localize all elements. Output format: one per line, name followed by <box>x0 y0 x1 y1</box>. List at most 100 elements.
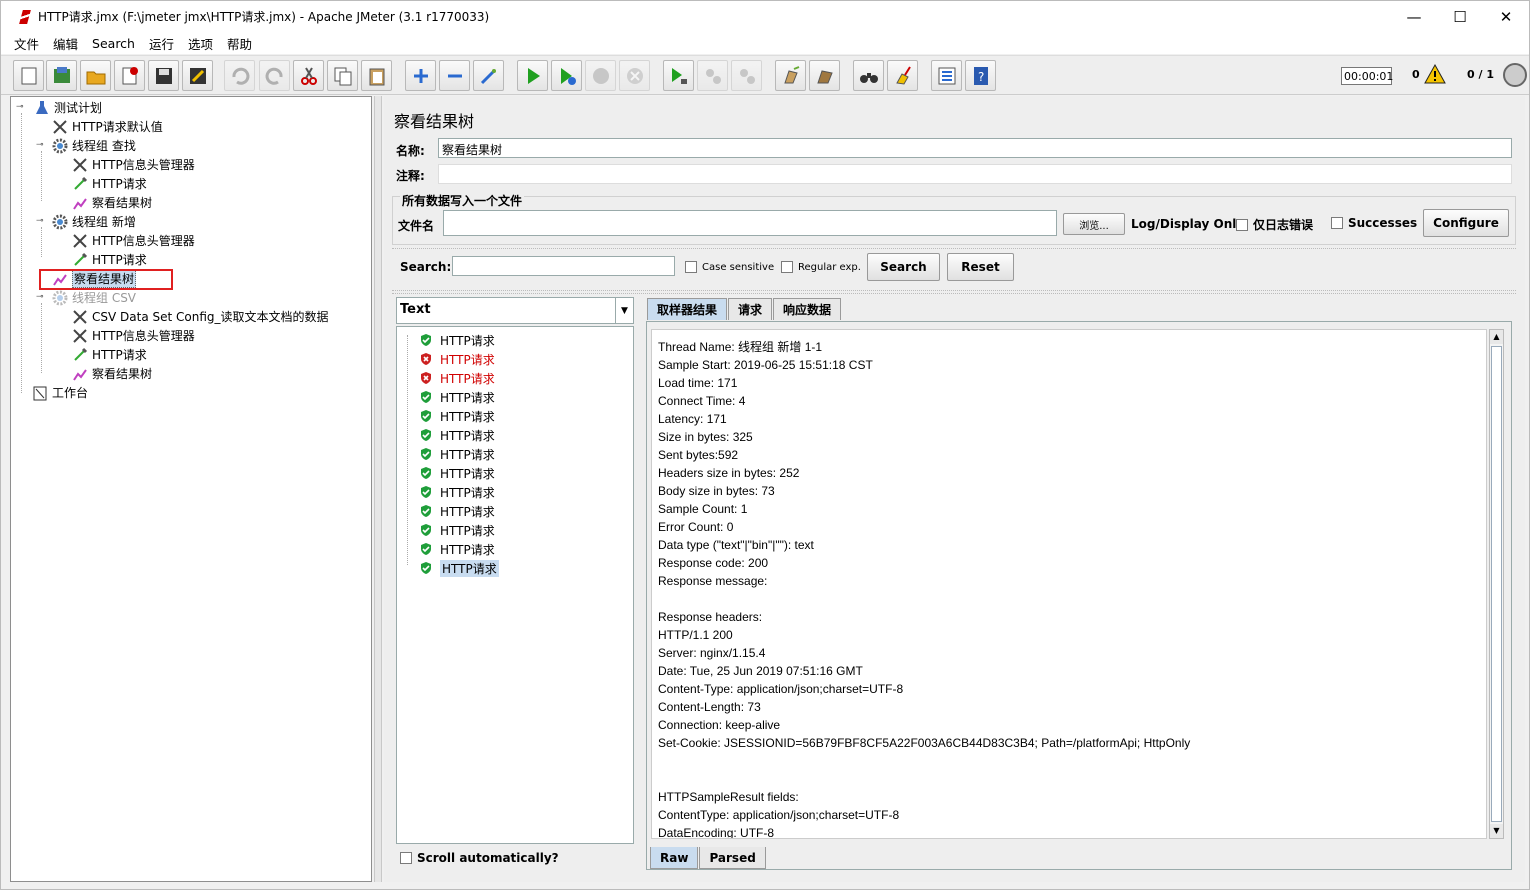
result-item[interactable]: HTTP请求 <box>419 464 495 482</box>
result-item[interactable]: HTTP请求 <box>419 388 495 406</box>
maximize-button[interactable]: ☐ <box>1437 1 1483 32</box>
start-no-pauses-button[interactable] <box>551 60 582 91</box>
view-mode-tabs: Raw Parsed <box>650 847 767 869</box>
tree-node-view-results[interactable]: 察看结果树 <box>71 193 152 212</box>
tree-node-thread-group-add[interactable]: ⊸ 线程组 新增 <box>33 212 136 231</box>
result-item[interactable]: HTTP请求 <box>419 407 495 425</box>
save-screen-button[interactable] <box>182 60 213 91</box>
save-button[interactable] <box>148 60 179 91</box>
result-item[interactable]: HTTP请求 <box>419 502 495 520</box>
chevron-down-icon[interactable]: ▼ <box>615 298 633 323</box>
collapse-all-button[interactable] <box>439 60 470 91</box>
tree-node-header-manager[interactable]: HTTP信息头管理器 <box>71 155 195 174</box>
tree-expand-handle[interactable]: ⊸ <box>36 293 44 302</box>
reset-search-button[interactable] <box>887 60 918 91</box>
remote-start-button[interactable] <box>663 60 694 91</box>
result-item[interactable]: HTTP请求 <box>419 521 495 539</box>
clear-button[interactable] <box>775 60 806 91</box>
result-item[interactable]: HTTP请求 <box>419 445 495 463</box>
undo-button[interactable] <box>224 60 255 91</box>
tree-node-test-plan[interactable]: ⊸ 测试计划 <box>13 98 102 117</box>
tab-raw[interactable]: Raw <box>650 847 699 869</box>
case-sensitive-checkbox[interactable]: Case sensitive <box>685 261 774 273</box>
successes-checkbox[interactable]: Successes <box>1331 216 1417 230</box>
tree-node-header-manager[interactable]: HTTP信息头管理器 <box>71 231 195 250</box>
tree-expand-handle[interactable]: ⊸ <box>36 141 44 150</box>
tree-expand-handle[interactable]: ⊸ <box>36 217 44 226</box>
start-button[interactable] <box>517 60 548 91</box>
scrollbar-thumb[interactable] <box>1491 346 1502 822</box>
redo-button[interactable] <box>259 60 290 91</box>
close-plan-button[interactable] <box>114 60 145 91</box>
result-item[interactable]: HTTP请求 <box>419 369 495 387</box>
result-item[interactable]: HTTP请求 <box>419 483 495 501</box>
toggle-wand-icon <box>480 68 496 84</box>
paste-button[interactable] <box>361 60 392 91</box>
templates-button[interactable] <box>46 60 77 91</box>
clear-all-button[interactable] <box>809 60 840 91</box>
menu-edit[interactable]: 编辑 <box>46 34 85 53</box>
result-item[interactable]: HTTP请求 <box>419 331 495 349</box>
menu-options[interactable]: 选项 <box>181 34 220 53</box>
scroll-down-icon[interactable]: ▼ <box>1490 824 1503 838</box>
scroll-up-icon[interactable]: ▲ <box>1490 330 1503 344</box>
sampler-result-pane: Thread Name: 线程组 新增 1-1 Sample Start: 201… <box>646 321 1512 870</box>
cut-button[interactable] <box>293 60 324 91</box>
result-item[interactable]: HTTP请求 <box>419 540 495 558</box>
reset-button[interactable]: Reset <box>947 253 1014 281</box>
tab-sampler-result[interactable]: 取样器结果 <box>647 298 728 320</box>
warning-icon[interactable] <box>1424 64 1446 84</box>
tab-response-data[interactable]: 响应数据 <box>773 298 842 320</box>
tree-node-csv-config[interactable]: CSV Data Set Config_读取文本文档的数据 <box>71 307 329 326</box>
close-button[interactable]: ✕ <box>1483 1 1529 32</box>
tree-node-thread-group-csv[interactable]: ⊸ 线程组 CSV <box>33 288 136 307</box>
sampler-result-text[interactable]: Thread Name: 线程组 新增 1-1 Sample Start: 201… <box>651 329 1487 839</box>
remote-stop-button[interactable] <box>697 60 728 91</box>
remote-shutdown-button[interactable] <box>731 60 762 91</box>
filename-input[interactable] <box>443 210 1057 236</box>
configure-button[interactable]: Configure <box>1423 209 1509 237</box>
menu-search[interactable]: Search <box>85 36 142 51</box>
stop-button[interactable] <box>585 60 616 91</box>
tab-request[interactable]: 请求 <box>728 298 773 320</box>
new-button[interactable] <box>13 60 44 91</box>
tree-node-header-manager[interactable]: HTTP信息头管理器 <box>71 326 195 345</box>
toggle-button[interactable] <box>473 60 504 91</box>
menu-file[interactable]: 文件 <box>7 34 46 53</box>
search-submit-button[interactable]: Search <box>867 253 940 281</box>
expand-all-button[interactable] <box>405 60 436 91</box>
split-pane-divider[interactable] <box>374 96 382 882</box>
help-button[interactable]: ? <box>965 60 996 91</box>
function-helper-button[interactable] <box>931 60 962 91</box>
menu-help[interactable]: 帮助 <box>220 34 259 53</box>
result-item[interactable]: HTTP请求 <box>419 426 495 444</box>
detail-line: Response message: <box>658 574 771 588</box>
detail-scrollbar[interactable]: ▲ ▼ <box>1489 329 1504 839</box>
search-button[interactable] <box>853 60 884 91</box>
copy-button[interactable] <box>327 60 358 91</box>
comment-field[interactable] <box>438 164 1512 184</box>
renderer-select[interactable]: Text ▼ <box>396 297 634 324</box>
errors-only-checkbox[interactable]: 仅日志错误 <box>1236 216 1313 233</box>
tree-node-workbench[interactable]: 工作台 <box>31 383 88 402</box>
tree-node-http-request[interactable]: HTTP请求 <box>71 250 147 269</box>
minimize-button[interactable]: — <box>1391 1 1437 32</box>
tree-expand-handle[interactable]: ⊸ <box>16 103 24 112</box>
browse-button[interactable]: 浏览... <box>1063 213 1125 235</box>
open-button[interactable] <box>80 60 111 91</box>
scroll-automatically-checkbox[interactable]: Scroll automatically? <box>400 851 559 865</box>
tree-node-http-defaults[interactable]: HTTP请求默认值 <box>51 117 163 136</box>
tree-node-view-results[interactable]: 察看结果树 <box>71 364 152 383</box>
search-input[interactable] <box>452 256 675 276</box>
tree-node-http-request[interactable]: HTTP请求 <box>71 174 147 193</box>
shutdown-button[interactable] <box>619 60 650 91</box>
result-item[interactable]: HTTP请求 <box>419 559 499 577</box>
result-item[interactable]: HTTP请求 <box>419 350 495 368</box>
menu-run[interactable]: 运行 <box>142 34 181 53</box>
name-field[interactable]: 察看结果树 <box>438 138 1512 158</box>
tree-node-http-request[interactable]: HTTP请求 <box>71 345 147 364</box>
tab-parsed[interactable]: Parsed <box>699 847 766 869</box>
tree-node-thread-group-find[interactable]: ⊸ 线程组 查找 <box>33 136 136 155</box>
close-file-icon <box>122 66 138 84</box>
regular-exp-checkbox[interactable]: Regular exp. <box>781 261 861 273</box>
